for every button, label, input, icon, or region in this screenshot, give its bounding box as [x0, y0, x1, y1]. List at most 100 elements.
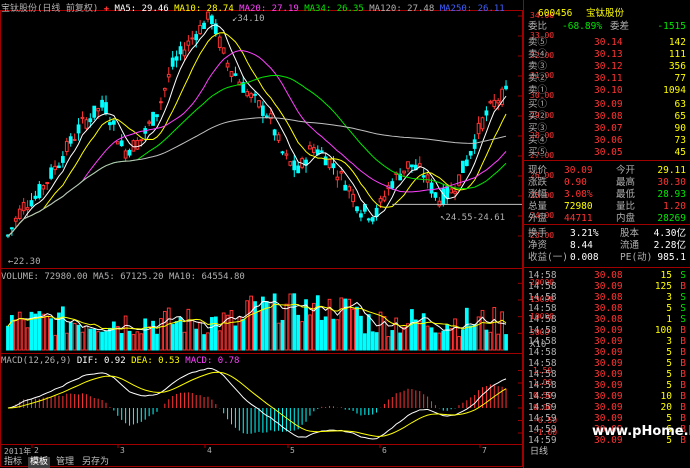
candle-body[interactable] — [347, 186, 352, 192]
candle-body[interactable] — [327, 158, 332, 169]
candle-body[interactable] — [284, 153, 289, 156]
candle-body[interactable] — [272, 129, 277, 136]
candle-body[interactable] — [296, 165, 301, 174]
candle-body[interactable] — [323, 156, 328, 166]
candle-body[interactable] — [257, 100, 261, 108]
candle-body[interactable] — [68, 136, 73, 144]
candle-body[interactable] — [76, 124, 81, 134]
candle-body[interactable] — [166, 73, 171, 78]
candle-body[interactable] — [249, 93, 253, 99]
candle-body[interactable] — [359, 213, 363, 218]
candle-body[interactable] — [343, 184, 348, 191]
candle-body[interactable] — [288, 161, 293, 166]
candle-body[interactable] — [480, 117, 485, 130]
candle-body[interactable] — [492, 99, 497, 107]
candle-body[interactable] — [178, 46, 183, 55]
candle-body[interactable] — [441, 188, 446, 206]
candle-body[interactable] — [406, 161, 410, 169]
candle-body[interactable] — [104, 102, 108, 114]
candle-body[interactable] — [25, 207, 30, 211]
candle-body[interactable] — [280, 151, 285, 154]
candle-body[interactable] — [276, 134, 281, 141]
candle-body[interactable] — [374, 207, 379, 217]
candle-body[interactable] — [445, 186, 450, 199]
candle-body[interactable] — [182, 49, 187, 57]
candle-body[interactable] — [378, 198, 383, 203]
candle-body[interactable] — [170, 57, 175, 67]
candle-body[interactable] — [370, 217, 375, 222]
candle-body[interactable] — [29, 200, 34, 207]
candle-body[interactable] — [147, 121, 152, 124]
candle-body[interactable] — [253, 93, 257, 96]
candle-body[interactable] — [37, 184, 42, 199]
candle-body[interactable] — [319, 150, 324, 153]
candle-body[interactable] — [159, 101, 163, 104]
candle-body[interactable] — [335, 176, 340, 181]
candle-body[interactable] — [155, 114, 159, 118]
candle-body[interactable] — [72, 138, 77, 141]
candle-body[interactable] — [496, 100, 501, 104]
candle-body[interactable] — [421, 175, 426, 178]
candle-body[interactable] — [264, 115, 269, 118]
candle-body[interactable] — [186, 40, 191, 46]
candle-body[interactable] — [425, 174, 430, 183]
candle-body[interactable] — [484, 110, 489, 116]
candle-body[interactable] — [437, 200, 442, 207]
candle-body[interactable] — [33, 195, 38, 199]
candle-body[interactable] — [80, 116, 85, 119]
candle-body[interactable] — [10, 227, 14, 230]
candle-body[interactable] — [115, 141, 120, 145]
candle-body[interactable] — [382, 196, 387, 201]
candle-body[interactable] — [190, 37, 195, 40]
candle-body[interactable] — [13, 217, 18, 222]
candle-body[interactable] — [202, 22, 206, 30]
candle-body[interactable] — [198, 25, 203, 35]
candle-body[interactable] — [488, 101, 493, 104]
candle-body[interactable] — [108, 122, 112, 126]
candle-body[interactable] — [339, 171, 344, 174]
candle-body[interactable] — [410, 164, 414, 168]
candle-body[interactable] — [119, 140, 124, 147]
candle-body[interactable] — [476, 122, 481, 135]
candle-body[interactable] — [433, 192, 438, 198]
bottom-tab-1[interactable]: 模板 — [28, 457, 51, 468]
candle-body[interactable] — [233, 73, 238, 76]
candle-body[interactable] — [351, 193, 355, 203]
candle-body[interactable] — [92, 105, 97, 118]
candle-body[interactable] — [245, 91, 250, 97]
candle-body[interactable] — [64, 140, 69, 152]
candle-body[interactable] — [100, 99, 104, 108]
expand-icon[interactable]: ✚ — [104, 4, 109, 14]
candle-body[interactable] — [225, 62, 230, 68]
candle-body[interactable] — [45, 182, 50, 185]
candle-body[interactable] — [41, 185, 46, 190]
candle-body[interactable] — [21, 201, 26, 212]
candle-body[interactable] — [292, 160, 297, 171]
candle-body[interactable] — [96, 108, 101, 112]
candle-body[interactable] — [468, 151, 473, 156]
candle-body[interactable] — [464, 159, 469, 166]
candle-body[interactable] — [417, 163, 422, 167]
candle-body[interactable] — [151, 111, 155, 126]
candle-body[interactable] — [53, 165, 57, 171]
candle-body[interactable] — [123, 150, 128, 159]
candle-body[interactable] — [88, 118, 93, 123]
candle-body[interactable] — [472, 139, 477, 149]
candle-body[interactable] — [504, 85, 508, 90]
candle-body[interactable] — [194, 34, 199, 41]
candle-body[interactable] — [229, 71, 234, 77]
candle-body[interactable] — [331, 163, 336, 169]
candle-body[interactable] — [261, 105, 265, 116]
candle-body[interactable] — [366, 218, 371, 221]
candle-body[interactable] — [111, 120, 116, 125]
bottom-tab-0[interactable]: 指标 — [2, 457, 24, 468]
candle-body[interactable] — [221, 47, 226, 54]
candle-body[interactable] — [311, 147, 316, 154]
candle-body[interactable] — [461, 160, 465, 174]
candle-body[interactable] — [162, 87, 167, 91]
bottom-tab-3[interactable]: 另存为 — [80, 457, 111, 468]
candle-body[interactable] — [127, 149, 132, 156]
candle-body[interactable] — [210, 15, 214, 25]
candle-body[interactable] — [60, 156, 65, 163]
side-tab-daily[interactable]: 日线 — [528, 446, 550, 458]
